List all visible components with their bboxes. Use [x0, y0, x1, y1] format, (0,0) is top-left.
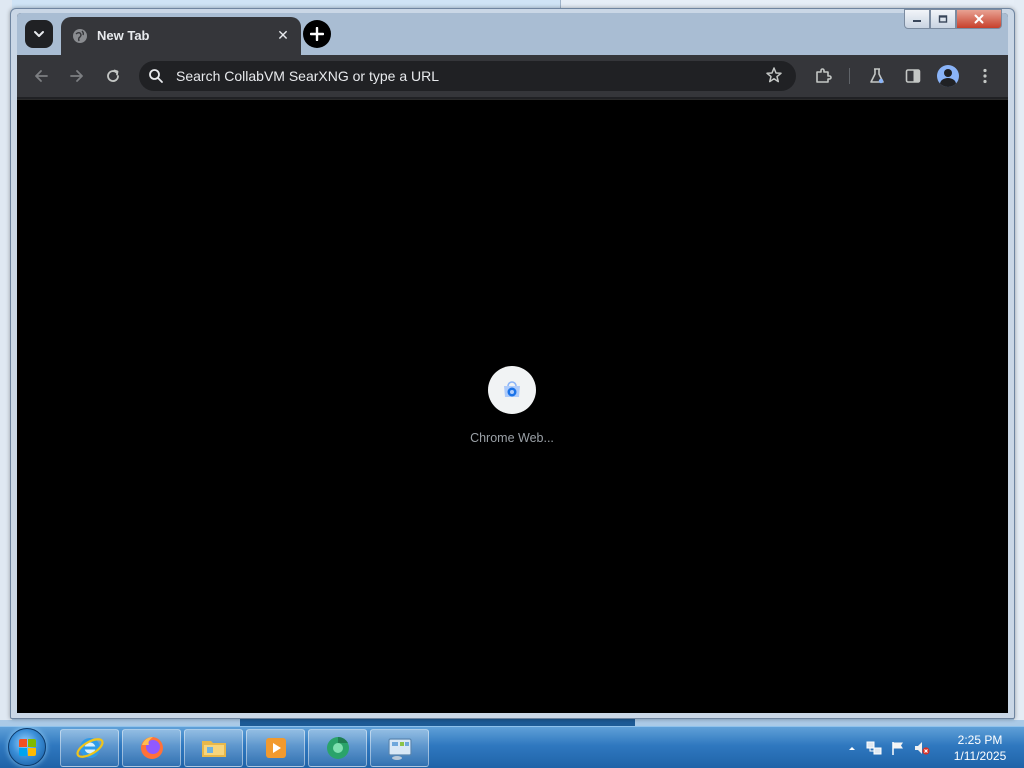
- tab-search-button[interactable]: [25, 20, 53, 48]
- window-controls: [904, 9, 1002, 31]
- chevron-down-icon: [34, 31, 44, 37]
- clock-date[interactable]: 1/11/2025: [942, 749, 1018, 763]
- menu-button[interactable]: [973, 64, 997, 88]
- search-icon: [149, 69, 163, 83]
- chrome-icon: [326, 736, 349, 759]
- taskbar-app-internet-explorer[interactable]: [60, 729, 119, 767]
- avatar-icon[interactable]: [937, 65, 959, 87]
- taskbar-app-windows-explorer[interactable]: [184, 729, 243, 767]
- side-panel-button[interactable]: [901, 64, 925, 88]
- firefox-icon: [140, 737, 163, 759]
- folder-icon: [201, 741, 226, 757]
- extensions-button[interactable]: [811, 64, 835, 88]
- side-panel-icon: [905, 69, 921, 83]
- taskbar-app-firefox[interactable]: [122, 729, 181, 767]
- network-icon[interactable]: [866, 740, 882, 756]
- omnibox[interactable]: Search CollabVM SearXNG or type a URL: [139, 61, 796, 91]
- taskbar-app-chrome[interactable]: [308, 729, 367, 767]
- browser-window: New Tab ✕ Search CollabVM SearXNG or typ…: [10, 8, 1015, 719]
- bookmark-star-button[interactable]: [764, 65, 784, 85]
- reload-button[interactable]: [101, 64, 125, 88]
- omnibox-placeholder[interactable]: Search CollabVM SearXNG or type a URL: [176, 68, 439, 84]
- reload-icon: [107, 69, 119, 82]
- flag-icon[interactable]: [890, 740, 906, 756]
- shortcut-tile[interactable]: Chrome Web...: [457, 366, 567, 456]
- minimize-button[interactable]: [904, 9, 930, 29]
- close-icon[interactable]: ✕: [273, 26, 293, 46]
- arrow-left-icon: [35, 70, 48, 82]
- clock-time[interactable]: 2:25 PM: [942, 733, 1018, 747]
- plus-icon: [309, 26, 325, 42]
- browser-toolbar: Search CollabVM SearXNG or type a URL: [17, 55, 1008, 97]
- taskbar-app-media-player[interactable]: [246, 729, 305, 767]
- minimize-icon: [913, 20, 921, 22]
- windows-start-icon[interactable]: [8, 728, 46, 766]
- system-tray: 2:25 PM 1/11/2025: [842, 727, 1024, 768]
- close-icon: [974, 14, 984, 24]
- new-tab-button[interactable]: [303, 20, 331, 48]
- background-window-edge: [1014, 0, 1024, 720]
- tab-strip: New Tab ✕: [17, 13, 1008, 55]
- toolbar-separator: [849, 68, 850, 84]
- new-tab-page: Chrome Web...: [17, 99, 1008, 713]
- labs-button[interactable]: [865, 64, 889, 88]
- shortcut-label: Chrome Web...: [470, 431, 554, 445]
- flask-icon: [870, 68, 884, 84]
- puzzle-icon: [816, 68, 832, 83]
- globe-icon: [73, 29, 87, 43]
- star-icon: [766, 67, 782, 83]
- arrow-right-icon: [70, 70, 83, 82]
- back-button[interactable]: [29, 64, 53, 88]
- tab-new-tab[interactable]: New Tab ✕: [61, 17, 301, 55]
- internet-explorer-icon: [75, 738, 104, 758]
- close-window-button[interactable]: [956, 9, 1002, 29]
- chrome-web-store-icon[interactable]: [488, 366, 536, 414]
- chevron-up-icon[interactable]: [844, 740, 860, 756]
- control-panel-icon: [387, 738, 412, 760]
- kebab-menu-icon: [983, 68, 987, 84]
- maximize-icon: [938, 15, 948, 23]
- maximize-button[interactable]: [930, 9, 956, 29]
- browser-frame: New Tab ✕ Search CollabVM SearXNG or typ…: [17, 13, 1008, 713]
- media-player-icon: [265, 738, 286, 758]
- taskbar: 2:25 PM 1/11/2025: [0, 726, 1024, 768]
- taskbar-app-control-panel[interactable]: [370, 729, 429, 767]
- speaker-muted-icon[interactable]: [914, 740, 930, 756]
- tab-title: New Tab: [97, 28, 150, 43]
- forward-button[interactable]: [65, 64, 89, 88]
